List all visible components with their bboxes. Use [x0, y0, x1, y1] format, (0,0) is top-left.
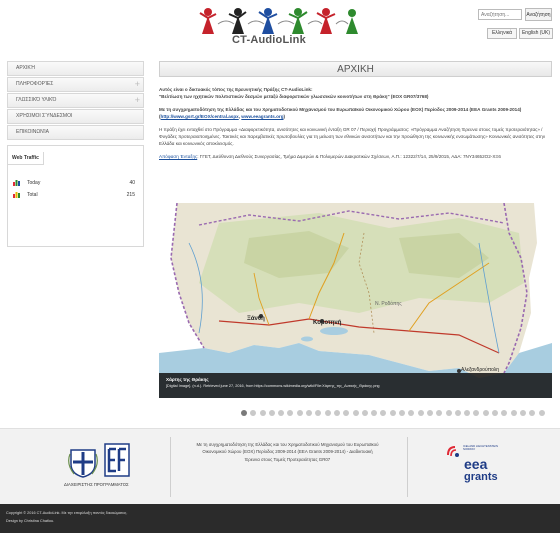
- traffic-chart-icon: [13, 180, 20, 186]
- slider-dot[interactable]: [306, 410, 313, 416]
- eea-text: eea: [464, 456, 488, 472]
- page-title: ΑΡΧΙΚΗ: [159, 61, 552, 77]
- sidebar-item-label: Γλωσσικό υλικό: [16, 97, 57, 103]
- sidebar-item-useful-links[interactable]: Χρήσιμοι σύνδεσμοι: [7, 109, 144, 124]
- slider-dot[interactable]: [352, 410, 359, 416]
- slider-dot[interactable]: [389, 410, 396, 416]
- copyright-text: Copyright © 2016 CT-AudioLink. Με την επ…: [6, 511, 128, 515]
- slider-dot[interactable]: [436, 410, 443, 416]
- language-english-button[interactable]: English (UK): [519, 28, 553, 39]
- funding-paragraph: Με τη συγχρηματοδότηση της Ελλάδας και τ…: [159, 106, 552, 120]
- slider-dot[interactable]: [482, 410, 489, 416]
- slider-dot[interactable]: [501, 410, 508, 416]
- footer-funding-text: Με τη συγχρηματοδότηση της Ελλάδας και τ…: [196, 442, 379, 462]
- slider-dot[interactable]: [296, 410, 303, 416]
- slider-dot[interactable]: [464, 410, 471, 416]
- search-button[interactable]: Αναζήτηση: [525, 8, 552, 21]
- grants-text: grants: [464, 471, 498, 483]
- slider-dot[interactable]: [473, 410, 480, 416]
- slider-dot[interactable]: [287, 410, 294, 416]
- slider-dot[interactable]: [426, 410, 433, 416]
- image-slider[interactable]: Ξάνθη Κομοτηνή Ν. Ροδόπης Αλεξανδρούπολη…: [159, 203, 552, 398]
- sidebar-item-contact[interactable]: Επικοινωνία: [7, 125, 144, 140]
- main-content: ΑΡΧΙΚΗ Αυτός είναι ο δικτυακός τόπος της…: [159, 61, 552, 160]
- slider-dot[interactable]: [399, 410, 406, 416]
- slider-dot[interactable]: [278, 410, 285, 416]
- slider-dot[interactable]: [417, 410, 424, 416]
- slider-dot[interactable]: [529, 410, 536, 416]
- sidebar: Αρχική Πληροφορίες + Γλωσσικό υλικό + Χρ…: [7, 61, 144, 247]
- slider-dot[interactable]: [315, 410, 322, 416]
- traffic-total-row: Total 215: [8, 189, 143, 201]
- slider-dot[interactable]: [268, 410, 275, 416]
- eea-grants-logo[interactable]: ICELAND LIECHTENSTEIN NORWAY eea grants: [446, 443, 516, 488]
- eeagrants-link[interactable]: www.eeagrants.org: [241, 114, 283, 119]
- footer-partners: Διαχειριστής προγράμματος Με τη συγχρημα…: [0, 428, 560, 504]
- sidebar-item-home[interactable]: Αρχική: [7, 61, 144, 76]
- sidebar-item-information[interactable]: Πληροφορίες +: [7, 77, 144, 92]
- traffic-today-value: 40: [129, 180, 135, 186]
- sidebar-item-label: Χρήσιμοι σύνδεσμοι: [16, 113, 73, 119]
- sidebar-item-label: Επικοινωνία: [16, 129, 50, 135]
- slider-dot[interactable]: [538, 410, 545, 416]
- intro-paragraph: Αυτός είναι ο δικτυακός τόπος της Ερευνη…: [159, 86, 552, 100]
- eea-countries: ICELAND LIECHTENSTEIN NORWAY: [463, 444, 498, 452]
- slider-caption: Χάρτης της Θράκης [Digital Image]. (n.d.…: [159, 373, 552, 398]
- greek-emblem-icon: [68, 449, 98, 478]
- slider-pagination: [241, 403, 548, 416]
- intro-line-2: "Βελτίωση των ηχητικών πολιτιστικών δεσμ…: [159, 94, 429, 99]
- slider-dot[interactable]: [519, 410, 526, 416]
- logo-text: CT-AudioLink: [232, 34, 306, 46]
- footer-divider: [170, 437, 171, 497]
- footer-divider: [407, 437, 408, 497]
- expand-plus-icon[interactable]: +: [135, 78, 140, 91]
- traffic-chart-icon: [13, 192, 20, 198]
- slider-dot[interactable]: [492, 410, 499, 416]
- traffic-total-label: Total: [27, 192, 38, 198]
- traffic-total-value: 215: [126, 192, 135, 198]
- sidebar-item-language-material[interactable]: Γλωσσικό υλικό +: [7, 93, 144, 108]
- slider-dot[interactable]: [241, 410, 247, 416]
- eea-swirl-icon: [447, 446, 459, 457]
- slider-dot[interactable]: [380, 410, 387, 416]
- map-label-xanthi: Ξάνθη: [247, 316, 265, 322]
- header: CT-AudioLink Αναζήτηση Ελληνικά English …: [0, 0, 560, 50]
- caption-title: Χάρτης της Θράκης: [166, 377, 209, 382]
- slider-dot[interactable]: [408, 410, 415, 416]
- slider-dot[interactable]: [333, 410, 340, 416]
- bottom-bar: Copyright © 2016 CT-AudioLink. Με την επ…: [0, 504, 560, 533]
- decision-text: : ΓΓΕΤ, Διεύθυνση Διεθνούς Συνεργασίας, …: [197, 154, 501, 159]
- slider-dot[interactable]: [510, 410, 517, 416]
- caption-source: [Digital Image]. (n.d.). Retrieved june …: [166, 384, 380, 388]
- slider-dot[interactable]: [259, 410, 266, 416]
- traffic-today-row: Today 40: [8, 177, 143, 189]
- funding-close: ): [283, 114, 286, 119]
- decision-paragraph: Απόφαση Ένταξης: ΓΓΕΤ, Διεύθυνση Διεθνού…: [159, 153, 552, 160]
- sidebar-item-label: Αρχική: [16, 65, 35, 71]
- slider-dot[interactable]: [445, 410, 452, 416]
- decision-link[interactable]: Απόφαση Ένταξης: [159, 154, 197, 159]
- traffic-today-label: Today: [27, 180, 41, 186]
- programme-manager-label: Διαχειριστής προγράμματος: [64, 482, 129, 487]
- intro-line-1: Αυτός είναι ο δικτυακός τόπος της Ερευνη…: [159, 87, 313, 92]
- slider-dot[interactable]: [361, 410, 368, 416]
- expand-plus-icon[interactable]: +: [135, 94, 140, 107]
- slider-dot[interactable]: [454, 410, 461, 416]
- web-traffic-widget: Web Traffic Today 40 Total 215: [7, 145, 144, 247]
- gsrt-link[interactable]: http://www.gsrt.gr/EOX/central.aspx: [161, 114, 239, 119]
- map-label-rodopi: Ν. Ροδόπης: [375, 301, 402, 307]
- web-traffic-title: Web Traffic: [8, 152, 44, 165]
- slider-dot[interactable]: [250, 410, 257, 416]
- programme-paragraph: Η πράξη έχει ενταχθεί στο Πρόγραμμα «Δια…: [159, 127, 546, 146]
- map-label-komotini: Κομοτηνή: [313, 320, 342, 326]
- slider-dot[interactable]: [371, 410, 378, 416]
- design-credit: Design by Christina Chatlou.: [6, 519, 55, 523]
- slider-dot[interactable]: [343, 410, 350, 416]
- sidebar-item-label: Πληροφορίες: [16, 81, 54, 87]
- slider-dot[interactable]: [324, 410, 331, 416]
- search-input[interactable]: [478, 9, 522, 20]
- language-greek-button[interactable]: Ελληνικά: [487, 28, 517, 39]
- ef-logo-icon: [104, 443, 130, 477]
